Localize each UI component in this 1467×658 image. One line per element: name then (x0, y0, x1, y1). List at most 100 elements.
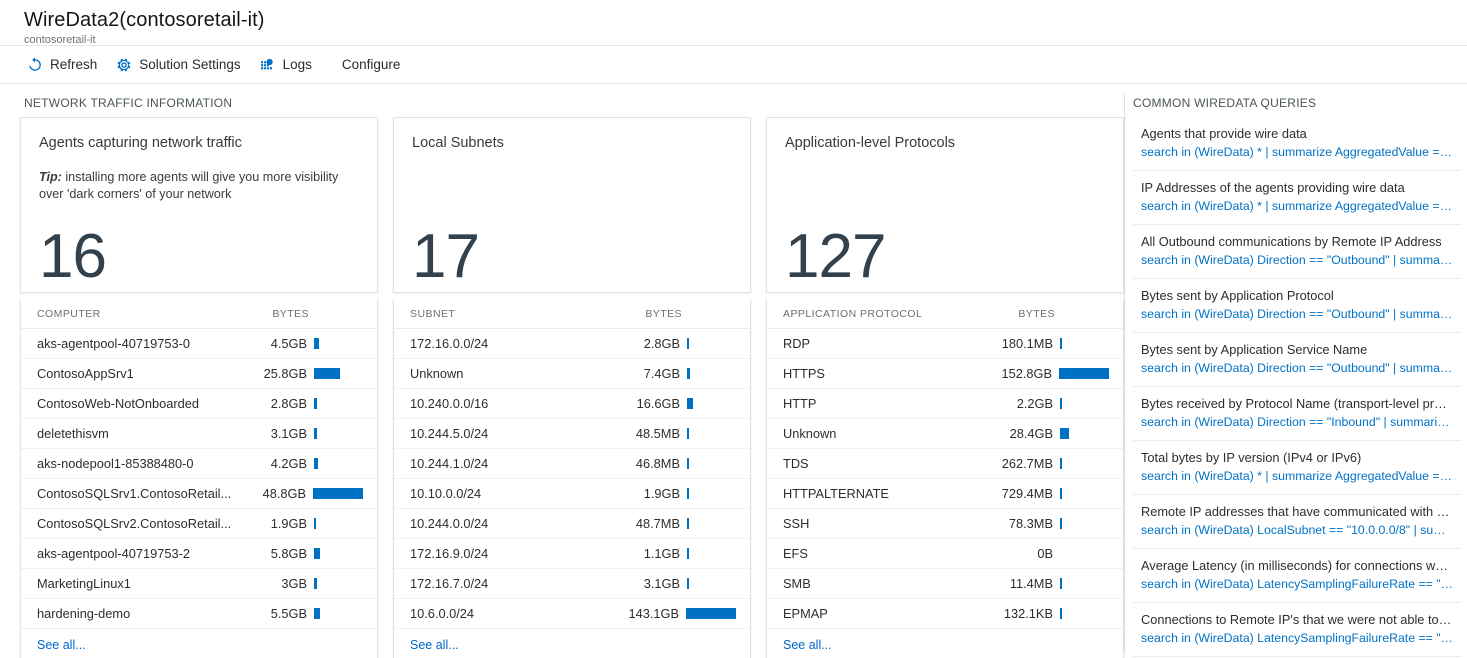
table-cell-value: 729.4MB (1001, 486, 1053, 501)
table-cell-bar (1053, 458, 1109, 469)
table-row[interactable]: 10.240.0.0/16 16.6GB (394, 389, 750, 419)
summary-tile[interactable]: Local Subnets 17 (393, 117, 751, 293)
table-row[interactable]: aks-agentpool-40719753-2 5.8GB (21, 539, 377, 569)
page-title: WireData2(contosoretail-it) (24, 9, 265, 31)
table-row[interactable]: MarketingLinux1 3GB (21, 569, 377, 599)
query-list-item[interactable]: Agents that provide wire data search in (… (1133, 117, 1461, 171)
query-list-item[interactable]: IP Addresses of the agents providing wir… (1133, 171, 1461, 225)
tile-columns: Agents capturing network traffic Tip: ins… (0, 117, 1124, 658)
query-list-item[interactable]: Average Latency (in milliseconds) for co… (1133, 549, 1461, 603)
table-cell-bar (307, 428, 363, 439)
table-row[interactable]: aks-agentpool-40719753-0 4.5GB (21, 329, 377, 359)
table-cell-value: 180.1MB (1001, 336, 1053, 351)
table-cell-bar (1053, 488, 1109, 499)
tile-tip-label: Tip: (39, 170, 62, 184)
logs-button[interactable]: Logs (253, 52, 324, 77)
table-cell-value: 78.3MB (1008, 516, 1053, 531)
table-row[interactable]: 172.16.9.0/24 1.1GB (394, 539, 750, 569)
table-row[interactable]: ContosoWeb-NotOnboarded 2.8GB (21, 389, 377, 419)
query-list-item[interactable]: Remote IP addresses that have communicat… (1133, 495, 1461, 549)
table-header-name: SUBNET (410, 308, 456, 320)
table-row[interactable]: ContosoSQLSrv1.ContosoRetail... 48.8GB (21, 479, 377, 509)
table-row[interactable]: TDS 262.7MB (767, 449, 1123, 479)
value-bar (314, 518, 316, 529)
table-row[interactable]: ContosoSQLSrv2.ContosoRetail... 1.9GB (21, 509, 377, 539)
value-bar (313, 488, 363, 499)
table-row[interactable]: aks-nodepool1-85388480-0 4.2GB (21, 449, 377, 479)
table-row[interactable]: 10.244.5.0/24 48.5MB (394, 419, 750, 449)
configure-button[interactable]: Configure (324, 53, 413, 76)
table-row[interactable]: HTTPALTERNATE 729.4MB (767, 479, 1123, 509)
query-list-item[interactable]: All Outbound communications by Remote IP… (1133, 225, 1461, 279)
network-traffic-pane: NETWORK TRAFFIC INFORMATION Agents captu… (0, 84, 1124, 658)
query-title: Bytes sent by Application Service Name (1141, 342, 1368, 357)
summary-tile[interactable]: Agents capturing network traffic Tip: ins… (20, 117, 378, 293)
table-cell-name: SSH (783, 516, 810, 531)
query-text[interactable]: search in (WireData) LatencySamplingFail… (1141, 576, 1453, 593)
query-text[interactable]: search in (WireData) * | summarize Aggre… (1141, 468, 1453, 485)
table-cell-bar (307, 578, 363, 589)
table-row[interactable]: ContosoAppSrv1 25.8GB (21, 359, 377, 389)
table-row[interactable]: HTTPS 152.8GB (767, 359, 1123, 389)
table-row[interactable]: Unknown 28.4GB (767, 419, 1123, 449)
refresh-button[interactable]: Refresh (20, 52, 109, 77)
table-row[interactable]: 10.10.0.0/24 1.9GB (394, 479, 750, 509)
tile-title: Local Subnets (412, 135, 504, 151)
table-row[interactable]: deletethisvm 3.1GB (21, 419, 377, 449)
table-row[interactable]: 172.16.0.0/24 2.8GB (394, 329, 750, 359)
table-row[interactable]: HTTP 2.2GB (767, 389, 1123, 419)
table-row[interactable]: SSH 78.3MB (767, 509, 1123, 539)
table-row[interactable]: EPMAP 132.1KB (767, 599, 1123, 629)
query-list-item[interactable]: Bytes sent by Application Protocol search… (1133, 279, 1461, 333)
see-all-link[interactable]: See all... (21, 629, 377, 658)
tile-big-number: 16 (39, 222, 107, 291)
table-cell-bar (680, 488, 736, 499)
table-header: APPLICATION PROTOCOL BYTES (767, 299, 1123, 329)
query-text[interactable]: search in (WireData) * | summarize Aggre… (1141, 198, 1453, 215)
table-cell-name: aks-nodepool1-85388480-0 (37, 456, 194, 471)
table-cell-bar (307, 398, 363, 409)
table-cell-value: 1.1GB (643, 546, 680, 561)
table-cell-value: 7.4GB (643, 366, 680, 381)
query-title: All Outbound communications by Remote IP… (1141, 234, 1442, 249)
table-cell-value: 48.8GB (262, 486, 306, 501)
query-text[interactable]: search in (WireData) Direction == "Outbo… (1141, 252, 1453, 269)
query-text[interactable]: search in (WireData) LocalSubnet == "10.… (1141, 522, 1453, 539)
table-cell-name: aks-agentpool-40719753-0 (37, 336, 190, 351)
query-list-item[interactable]: Connections to Remote IP's that we were … (1133, 603, 1461, 657)
table-cell-name: Unknown (410, 366, 464, 381)
query-title: Bytes sent by Application Protocol (1141, 288, 1334, 303)
table-cell-value: 1.9GB (270, 516, 307, 531)
tile-big-number: 17 (412, 222, 480, 291)
solution-settings-button[interactable]: Solution Settings (109, 52, 252, 77)
see-all-link[interactable]: See all... (394, 629, 750, 658)
query-text[interactable]: search in (WireData) Direction == "Outbo… (1141, 306, 1453, 323)
query-text[interactable]: search in (WireData) LatencySamplingFail… (1141, 630, 1453, 647)
table-row[interactable]: SMB 11.4MB (767, 569, 1123, 599)
query-list-item[interactable]: Total bytes by IP version (IPv4 or IPv6)… (1133, 441, 1461, 495)
see-all-link[interactable]: See all... (767, 629, 1123, 658)
table-cell-value: 1.9GB (643, 486, 680, 501)
table-row[interactable]: RDP 180.1MB (767, 329, 1123, 359)
summary-tile[interactable]: Application-level Protocols 127 (766, 117, 1124, 293)
table-row[interactable]: EFS 0B (767, 539, 1123, 569)
value-bar (314, 338, 319, 349)
table-cell-name: EPMAP (783, 606, 828, 621)
table-row[interactable]: 10.244.0.0/24 48.7MB (394, 509, 750, 539)
query-list-item[interactable]: Bytes received by Protocol Name (transpo… (1133, 387, 1461, 441)
query-text[interactable]: search in (WireData) Direction == "Inbou… (1141, 414, 1453, 431)
table-row[interactable]: hardening-demo 5.5GB (21, 599, 377, 629)
query-text[interactable]: search in (WireData) Direction == "Outbo… (1141, 360, 1453, 377)
query-list-item[interactable]: Bytes sent by Application Service Name se… (1133, 333, 1461, 387)
table-cell-name: MarketingLinux1 (37, 576, 131, 591)
table-row[interactable]: Unknown 7.4GB (394, 359, 750, 389)
tile-tip-text: installing more agents will give you mor… (39, 170, 339, 201)
table-cell-bar (680, 428, 736, 439)
table-row[interactable]: 10.6.0.0/24 143.1GB (394, 599, 750, 629)
value-bar (1060, 518, 1062, 529)
query-text[interactable]: search in (WireData) * | summarize Aggre… (1141, 144, 1453, 161)
table-row[interactable]: 10.244.1.0/24 46.8MB (394, 449, 750, 479)
table-cell-value: 3.1GB (270, 426, 307, 441)
table-row[interactable]: 172.16.7.0/24 3.1GB (394, 569, 750, 599)
table-cell-name: 10.10.0.0/24 (410, 486, 482, 501)
